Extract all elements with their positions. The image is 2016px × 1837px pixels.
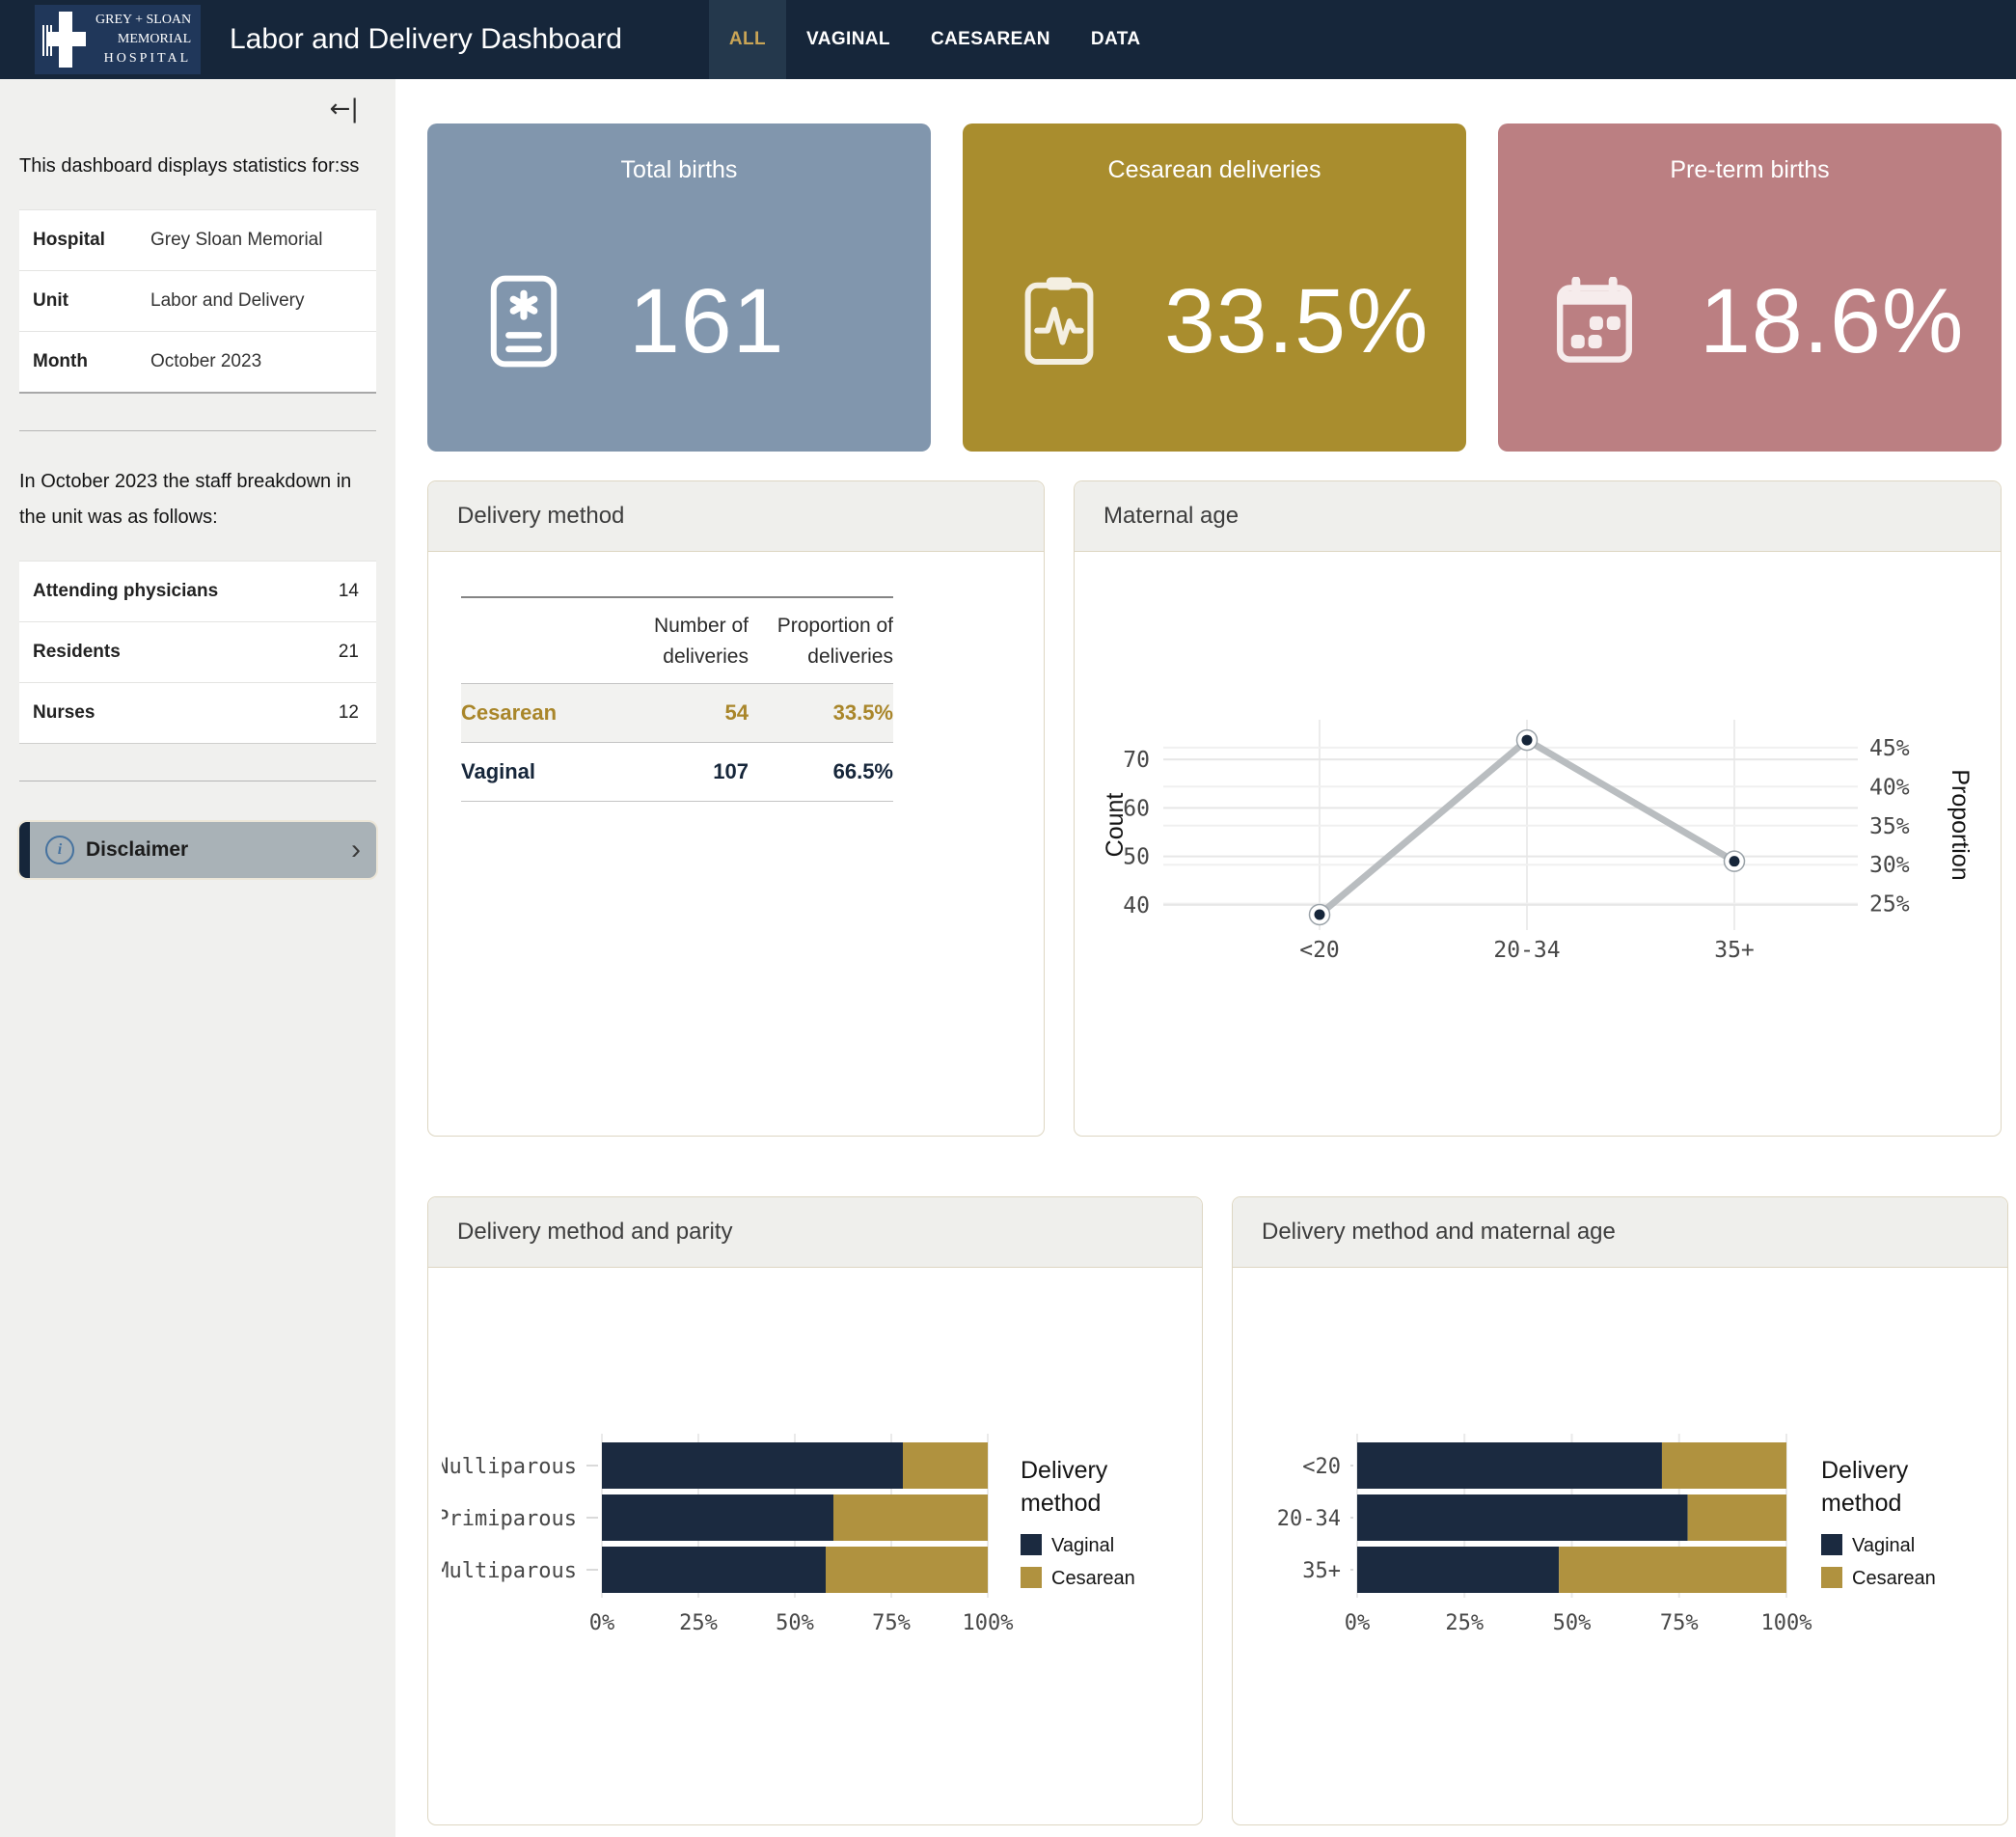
delivery-method-table: Number of deliveries Proportion of deliv… [461,596,893,802]
svg-text:<20: <20 [1302,1455,1341,1479]
kpi-value: 18.6% [1700,269,1964,374]
calendar-icon [1548,277,1640,366]
svg-text:50%: 50% [776,1611,814,1635]
sidebar-intro-text: This dashboard displays statistics for:s… [19,149,376,184]
hospital-logo: GREY + SLOAN MEMORIAL HOSPITAL [35,5,201,74]
panel-title: Delivery method and parity [428,1197,1202,1268]
staff-intro-text: In October 2023 the staff breakdown in t… [19,464,376,535]
age-bars-panel: Delivery method and maternal age <20 20-3… [1232,1196,2008,1825]
svg-text:Delivery: Delivery [1021,1457,1108,1484]
svg-text:20-34: 20-34 [1493,938,1560,963]
age-stacked-bar-chart: <20 20-34 35+ 0% 25% 50% 75% 100% Delivery method… [1244,1432,2006,1663]
svg-text:Count: Count [1102,793,1129,858]
svg-text:method: method [1821,1490,1901,1517]
info-row-hospital: Hospital Grey Sloan Memorial [19,209,376,270]
svg-text:25%: 25% [1445,1611,1484,1635]
clipboard-pulse-icon [1013,275,1104,368]
parity-stacked-bar-chart: Nulliparous Primiparous Multiparous 0% 25% 50… [442,1432,1198,1663]
main-content: Total births 161 Cesarean deliveries [395,79,2016,1837]
dashboard-info-table: Hospital Grey Sloan Memorial Unit Labor … [19,209,376,394]
svg-text:75%: 75% [872,1611,911,1635]
staff-row-nurses: Nurses 12 [19,682,376,743]
app-header: GREY + SLOAN MEMORIAL HOSPITAL Labor and… [0,0,2016,79]
svg-text:0%: 0% [589,1611,615,1635]
disclaimer-button[interactable]: i Disclaimer › [19,822,376,878]
disclaimer-label: Disclaimer [86,838,188,862]
sidebar: ←| This dashboard displays statistics fo… [0,79,395,1837]
kpi-value: 33.5% [1164,269,1429,374]
table-row-vaginal: Vaginal 107 66.5% [461,743,893,801]
sidebar-collapse-icon[interactable]: ←| [329,95,359,123]
delivery-method-panel: Delivery method Number of deliveries Pro… [427,480,1045,1137]
svg-text:Vaginal: Vaginal [1852,1535,1915,1556]
kpi-card-total-births: Total births 161 [427,123,931,452]
svg-text:25%: 25% [1869,892,1910,918]
svg-text:Primiparous: Primiparous [442,1507,577,1531]
svg-text:40%: 40% [1869,775,1910,800]
hospital-cross-icon [41,8,92,71]
svg-text:Multiparous: Multiparous [442,1559,577,1583]
staff-row-attending: Attending physicians 14 [19,561,376,621]
panel-title: Delivery method and maternal age [1233,1197,2007,1268]
page-title: Labor and Delivery Dashboard [230,23,622,56]
tab-all[interactable]: ALL [709,0,786,79]
svg-text:<20: <20 [1299,938,1340,963]
svg-text:Delivery: Delivery [1821,1457,1909,1484]
kpi-title: Pre-term births [1498,156,2002,184]
kpi-title: Cesarean deliveries [963,156,1466,184]
kpi-title: Total births [427,156,931,184]
svg-text:35%: 35% [1869,814,1910,839]
tab-data[interactable]: DATA [1071,0,1161,79]
delivery-table-header: Number of deliveries Proportion of deliv… [461,598,893,684]
kpi-value: 161 [629,269,785,374]
svg-text:Cesarean: Cesarean [1051,1568,1135,1589]
svg-text:30%: 30% [1869,853,1910,878]
staff-row-residents: Residents 21 [19,621,376,682]
hospital-logo-text: GREY + SLOAN MEMORIAL HOSPITAL [95,11,191,69]
staff-table: Attending physicians 14 Residents 21 Nur… [19,561,376,744]
svg-text:40: 40 [1123,893,1150,918]
svg-text:50%: 50% [1553,1611,1592,1635]
svg-text:Vaginal: Vaginal [1051,1535,1114,1556]
main-nav: ALL VAGINAL CAESAREAN DATA [709,0,1161,79]
info-icon: i [45,836,74,864]
svg-text:35+: 35+ [1714,938,1755,963]
svg-text:100%: 100% [963,1611,1014,1635]
panel-title: Maternal age [1075,481,2001,552]
svg-text:Nulliparous: Nulliparous [442,1455,577,1479]
svg-text:100%: 100% [1761,1611,1812,1635]
svg-text:0%: 0% [1345,1611,1371,1635]
kpi-card-preterm: Pre-term births 18.6% [1498,123,2002,452]
kpi-card-cesarean: Cesarean deliveries 33.5% [963,123,1466,452]
svg-text:45%: 45% [1869,736,1910,761]
svg-text:Proportion: Proportion [1947,769,1973,880]
tab-vaginal[interactable]: VAGINAL [786,0,911,79]
info-row-month: Month October 2023 [19,331,376,392]
svg-text:70: 70 [1123,748,1150,773]
parity-panel: Delivery method and parity Nulliparous Pr… [427,1196,1203,1825]
svg-text:20-34: 20-34 [1277,1507,1341,1531]
svg-text:Cesarean: Cesarean [1852,1568,1936,1589]
svg-text:method: method [1021,1490,1101,1517]
svg-text:75%: 75% [1660,1611,1699,1635]
table-row-cesarean: Cesarean 54 33.5% [461,684,893,743]
birth-record-icon [477,275,569,368]
panel-title: Delivery method [428,481,1044,552]
tab-caesarean[interactable]: CAESAREAN [911,0,1071,79]
svg-text:35+: 35+ [1302,1559,1341,1583]
maternal-age-line-chart: 40506070Count25%30%35%40%45%Proportion<2… [1100,714,1973,971]
maternal-age-panel: Maternal age 40506070Count25%30%35%40%45… [1074,480,2002,1137]
sidebar-divider [19,430,376,431]
info-row-unit: Unit Labor and Delivery [19,270,376,331]
svg-text:25%: 25% [679,1611,718,1635]
